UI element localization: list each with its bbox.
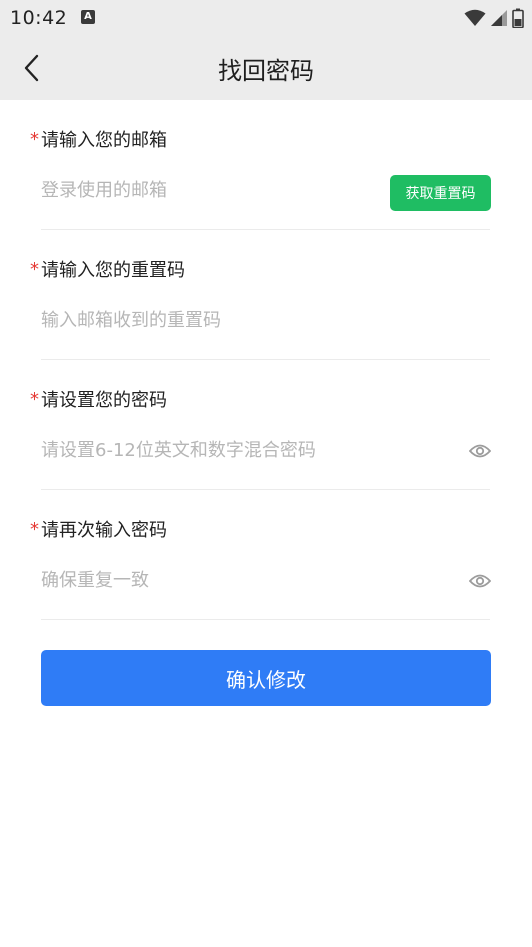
password-label-text: 请设置您的密码 bbox=[41, 390, 167, 411]
required-mark: * bbox=[30, 128, 39, 150]
required-mark: * bbox=[30, 518, 39, 540]
email-label-text: 请输入您的邮箱 bbox=[41, 130, 167, 151]
password-visibility-toggle[interactable] bbox=[467, 440, 493, 462]
confirm-password-field-group: * 请再次输入密码 bbox=[0, 490, 532, 620]
password-field-group: * 请设置您的密码 bbox=[0, 360, 532, 490]
wifi-icon bbox=[464, 9, 486, 26]
eye-icon bbox=[469, 444, 491, 458]
password-input[interactable] bbox=[41, 430, 381, 470]
confirm-password-input[interactable] bbox=[41, 560, 381, 600]
signal-icon bbox=[491, 10, 507, 26]
reset-code-label-text: 请输入您的重置码 bbox=[41, 260, 185, 281]
confirm-password-visibility-toggle[interactable] bbox=[467, 570, 493, 592]
get-reset-code-button[interactable]: 获取重置码 bbox=[390, 175, 491, 211]
reset-password-form: * 请输入您的邮箱 获取重置码 * 请输入您的重置码 * 请设置您的密码 bbox=[0, 100, 532, 620]
status-icons bbox=[464, 7, 524, 29]
email-label: * 请输入您的邮箱 bbox=[30, 126, 167, 152]
password-label: * 请设置您的密码 bbox=[30, 386, 167, 412]
confirm-change-button[interactable]: 确认修改 bbox=[41, 650, 491, 706]
battery-icon bbox=[512, 8, 524, 28]
status-time: 10:42 bbox=[10, 7, 68, 29]
required-mark: * bbox=[30, 388, 39, 410]
reset-code-input[interactable] bbox=[41, 300, 381, 340]
status-bar: 10:42 A bbox=[0, 0, 532, 36]
reset-code-field-group: * 请输入您的重置码 bbox=[0, 230, 532, 360]
a-icon: A bbox=[81, 10, 95, 24]
eye-icon bbox=[469, 574, 491, 588]
field-divider bbox=[41, 619, 490, 620]
email-field-group: * 请输入您的邮箱 获取重置码 bbox=[0, 100, 532, 230]
required-mark: * bbox=[30, 258, 39, 280]
confirm-password-label: * 请再次输入密码 bbox=[30, 516, 167, 542]
app-header: 找回密码 bbox=[0, 36, 532, 100]
reset-code-label: * 请输入您的重置码 bbox=[30, 256, 185, 282]
email-input[interactable] bbox=[41, 170, 381, 210]
confirm-password-label-text: 请再次输入密码 bbox=[41, 520, 167, 541]
page-title: 找回密码 bbox=[218, 57, 314, 85]
